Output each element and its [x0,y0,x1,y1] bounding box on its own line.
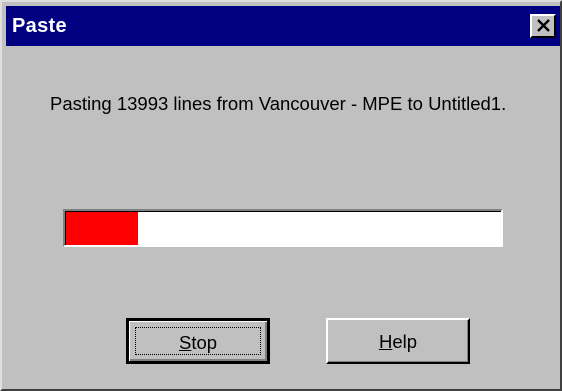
window-title: Paste [12,15,67,37]
stop-button[interactable]: Stop [126,318,270,364]
close-icon [537,19,550,32]
close-button[interactable] [530,14,556,38]
help-button[interactable]: Help [326,318,470,364]
paste-dialog: Paste Pasting 13993 lines from Vancouver… [0,0,562,391]
progress-bar [63,209,503,247]
status-message: Pasting 13993 lines from Vancouver - MPE… [50,93,507,114]
stop-button-label: Stop [178,332,218,353]
help-button-label: Help [378,331,418,352]
progress-fill [66,212,138,245]
title-bar[interactable]: Paste [6,6,560,46]
